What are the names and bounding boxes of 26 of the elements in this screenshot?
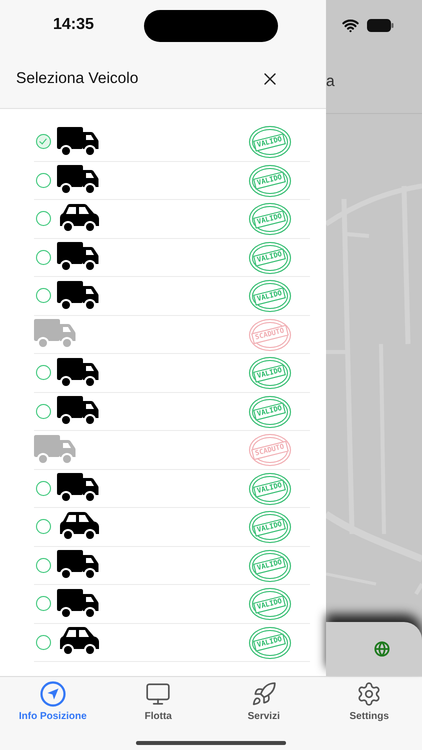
radio-button[interactable]: [36, 172, 51, 188]
radio-button[interactable]: [36, 365, 51, 380]
radio-button[interactable]: [36, 288, 51, 304]
radio-button[interactable]: [36, 134, 51, 150]
tab-item[interactable]: Servizi: [211, 677, 316, 727]
drawer-title: Seleziona Veicolo: [16, 70, 138, 88]
tab-item[interactable]: Flotta: [106, 677, 211, 727]
status-time: 14:35: [53, 16, 94, 34]
radio-button[interactable]: [36, 250, 51, 265]
radio-button[interactable]: [36, 404, 51, 419]
radio-button[interactable]: [36, 480, 51, 496]
navigation-icon: [40, 681, 66, 707]
settings-icon: [356, 681, 382, 707]
radio-button[interactable]: [36, 558, 51, 573]
radio-button[interactable]: [36, 596, 51, 612]
header-title: a: [326, 72, 335, 90]
tab-item[interactable]: Info Posizione: [0, 677, 106, 727]
radio-button[interactable]: [36, 634, 51, 650]
rocket-icon: [250, 681, 277, 707]
radio-button[interactable]: [36, 211, 51, 226]
tab-item[interactable]: Settings: [316, 677, 422, 727]
wifi-icon: [342, 16, 359, 34]
battery-icon: [367, 18, 394, 32]
radio-button[interactable]: [36, 519, 51, 534]
globe-icon[interactable]: [374, 641, 390, 657]
monitor-icon: [145, 681, 172, 707]
